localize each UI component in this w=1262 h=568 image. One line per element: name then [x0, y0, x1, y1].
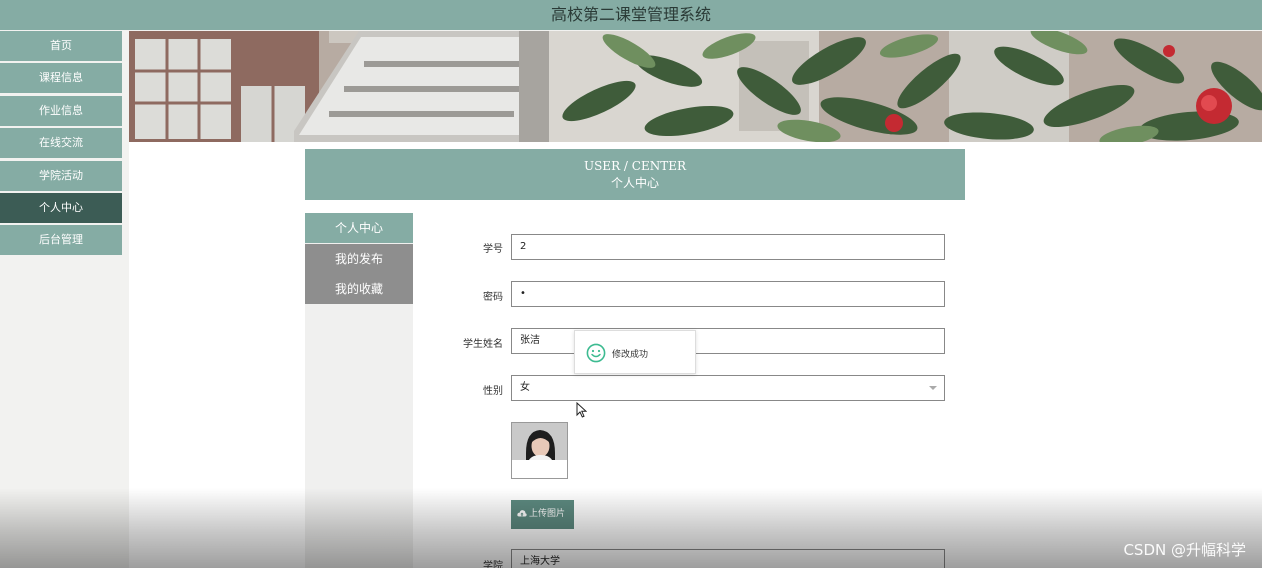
gender-select[interactable]: 女 — [511, 375, 945, 401]
sidebar-item-homework[interactable]: 作业信息 — [0, 95, 122, 126]
user-center-header: USER / CENTER 个人中心 — [305, 149, 965, 200]
sidebar-item-home[interactable]: 首页 — [0, 31, 122, 61]
student-id-label: 学号 — [483, 244, 503, 255]
user-center-title-cn: 个人中心 — [610, 176, 659, 190]
tab-user-center[interactable]: 个人中心 — [305, 213, 413, 243]
banner-illustration — [129, 31, 1262, 142]
app-title: 高校第二课堂管理系统 — [550, 5, 711, 24]
gender-selected-value: 女 — [520, 382, 530, 393]
chevron-down-icon — [929, 386, 937, 390]
toast-message: 修改成功 — [612, 350, 649, 360]
sidebar-item-courses[interactable]: 课程信息 — [0, 63, 122, 94]
student-name-label: 学生姓名 — [463, 339, 503, 350]
avatar-photo — [512, 423, 567, 478]
sidebar-item-admin[interactable]: 后台管理 — [0, 225, 122, 256]
success-toast: 修改成功 — [574, 330, 696, 374]
password-label: 密码 — [483, 292, 503, 303]
upload-image-label: 上传图片 — [529, 509, 566, 519]
smile-icon — [586, 343, 606, 363]
sidebar-item-user-center[interactable]: 个人中心 — [0, 192, 122, 223]
tab-my-favorites[interactable]: 我的收藏 — [305, 274, 413, 305]
upload-image-button[interactable]: 上传图片 — [511, 500, 574, 529]
password-field[interactable]: • — [511, 281, 945, 307]
gender-label: 性别 — [483, 386, 503, 397]
app-title-bar: 高校第二课堂管理系统 — [0, 0, 1262, 30]
sidebar-menu: 首页 课程信息 作业信息 在线交流 学院活动 个人中心 后台管理 — [0, 31, 122, 258]
mouse-cursor-icon — [576, 402, 587, 418]
banner-image — [129, 31, 1262, 142]
college-label: 学院 — [483, 561, 503, 568]
avatar — [511, 422, 568, 479]
cloud-upload-icon — [517, 510, 527, 517]
student-id-field[interactable]: 2 — [511, 234, 945, 260]
college-field[interactable]: 上海大学 — [511, 549, 945, 568]
tab-my-posts[interactable]: 我的发布 — [305, 243, 413, 274]
user-center-title-en: USER / CENTER — [583, 159, 687, 173]
user-center-nav: 个人中心 我的发布 我的收藏 — [305, 213, 413, 568]
sidebar-item-college-activities[interactable]: 学院活动 — [0, 160, 122, 191]
watermark-text: CSDN @升幅科学 — [1123, 541, 1246, 559]
sidebar-item-online-chat[interactable]: 在线交流 — [0, 128, 122, 159]
